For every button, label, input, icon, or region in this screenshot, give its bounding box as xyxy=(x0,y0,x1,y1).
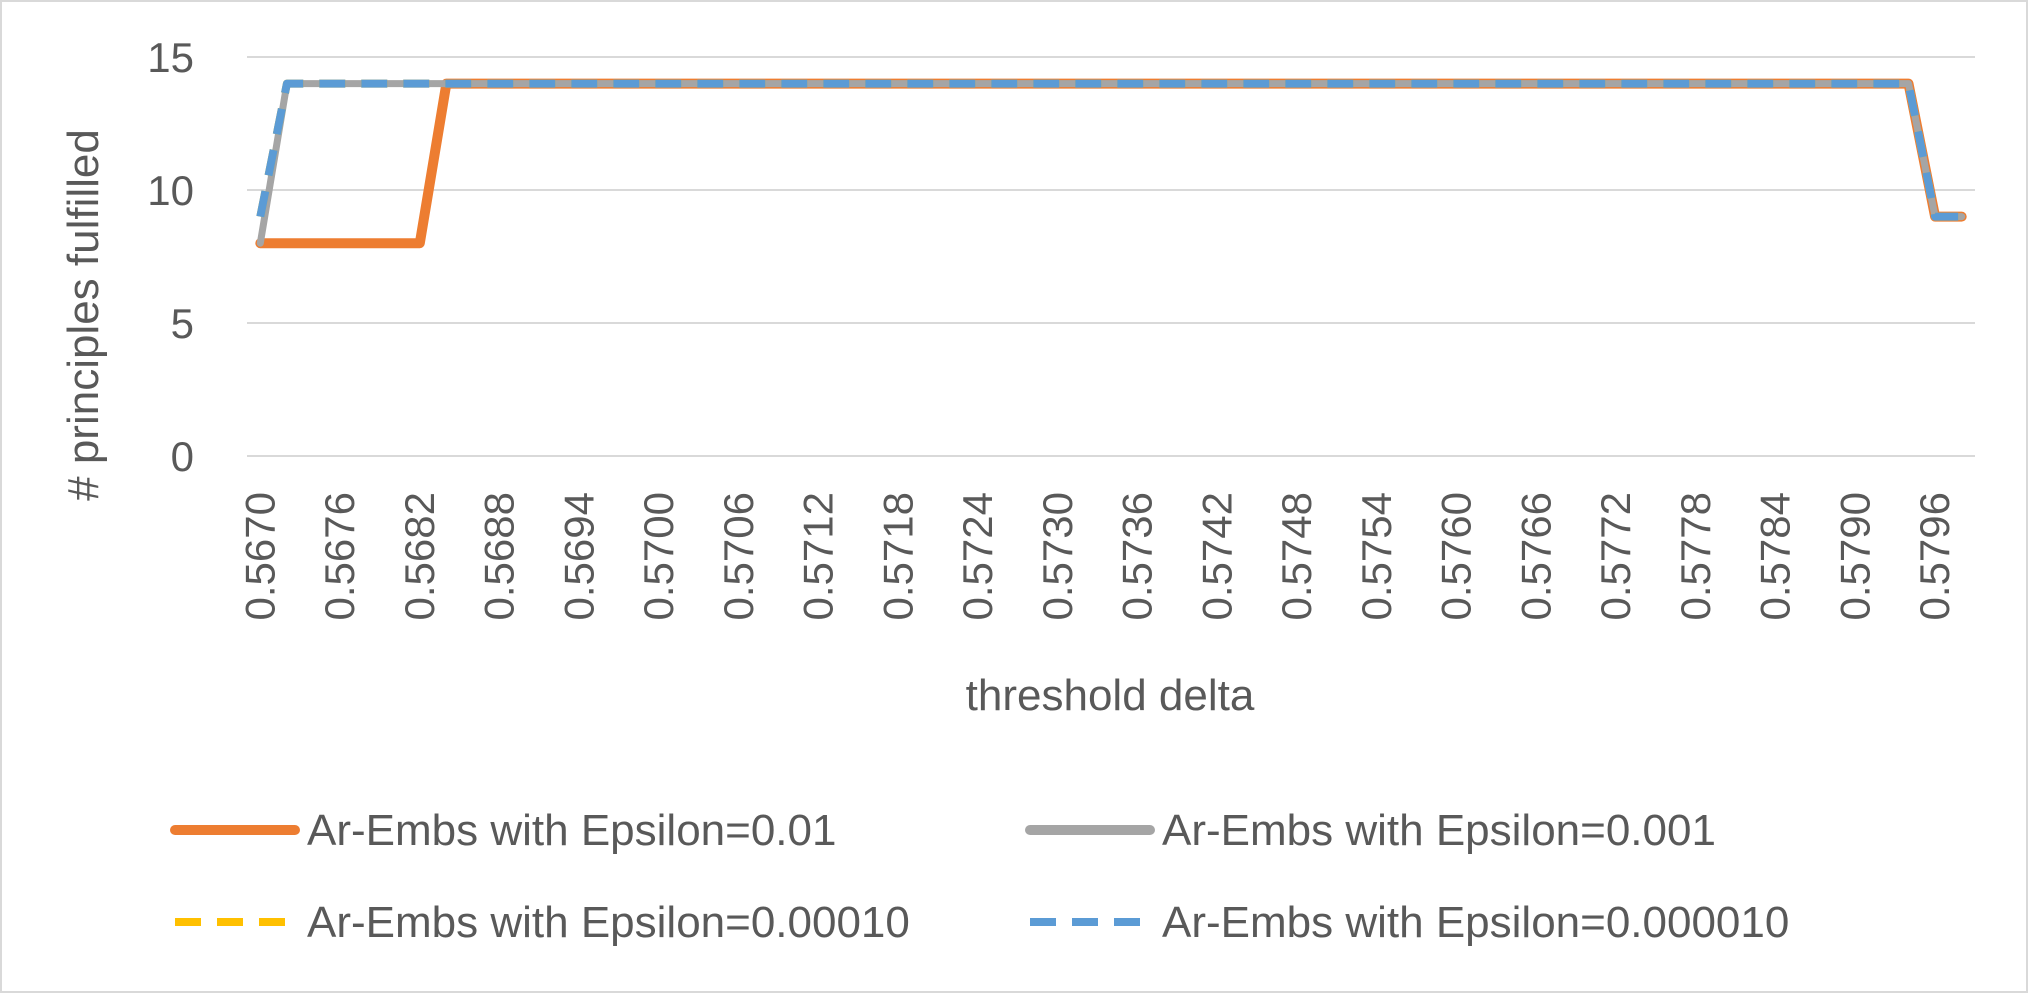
legend-label-4: Ar-Embs with Epsilon=0.000010 xyxy=(1162,898,1789,947)
y-tick-label: 10 xyxy=(147,167,194,214)
x-tick-label: 0.5676 xyxy=(316,492,363,620)
x-tick-label: 0.5796 xyxy=(1911,492,1958,620)
legend-label-2: Ar-Embs with Epsilon=0.001 xyxy=(1162,806,1716,855)
x-tick-label: 0.5688 xyxy=(476,492,523,620)
x-tick-label: 0.5754 xyxy=(1353,492,1400,620)
y-axis-title: # principles fulfilled xyxy=(59,129,108,501)
x-tick-label: 0.5694 xyxy=(555,492,602,620)
x-tick-label: 0.5682 xyxy=(396,492,443,620)
line-chart: 0 5 10 15 0.5670 0.5676 0.5682 0.5688 0.5694 0.5… xyxy=(0,0,2028,993)
x-tick-label: 0.5766 xyxy=(1512,492,1559,620)
x-tick-label: 0.5772 xyxy=(1592,492,1639,620)
x-axis-title: threshold delta xyxy=(966,671,1255,720)
x-tick-label: 0.5742 xyxy=(1193,492,1240,620)
x-tick-label: 0.5730 xyxy=(1034,492,1081,620)
y-tick-label: 0 xyxy=(171,433,194,480)
x-tick-label: 0.5670 xyxy=(236,492,283,620)
x-tick-label: 0.5778 xyxy=(1672,492,1719,620)
x-tick-label: 0.5736 xyxy=(1114,492,1161,620)
chart-container: 0 5 10 15 0.5670 0.5676 0.5682 0.5688 0.5694 0.5… xyxy=(0,0,2028,993)
legend-label-3: Ar-Embs with Epsilon=0.00010 xyxy=(307,898,910,947)
chart-frame xyxy=(0,0,2028,993)
x-tick-label: 0.5748 xyxy=(1273,492,1320,620)
x-tick-label: 0.5760 xyxy=(1433,492,1480,620)
x-tick-label: 0.5724 xyxy=(954,492,1001,620)
y-tick-label: 5 xyxy=(171,300,194,347)
legend-label-1: Ar-Embs with Epsilon=0.01 xyxy=(307,806,836,855)
x-tick-label: 0.5784 xyxy=(1752,492,1799,620)
y-tick-label: 15 xyxy=(147,34,194,81)
x-tick-label: 0.5790 xyxy=(1831,492,1878,620)
x-tick-label: 0.5712 xyxy=(795,492,842,620)
x-tick-label: 0.5718 xyxy=(874,492,921,620)
x-tick-label: 0.5700 xyxy=(635,492,682,620)
x-tick-label: 0.5706 xyxy=(715,492,762,620)
